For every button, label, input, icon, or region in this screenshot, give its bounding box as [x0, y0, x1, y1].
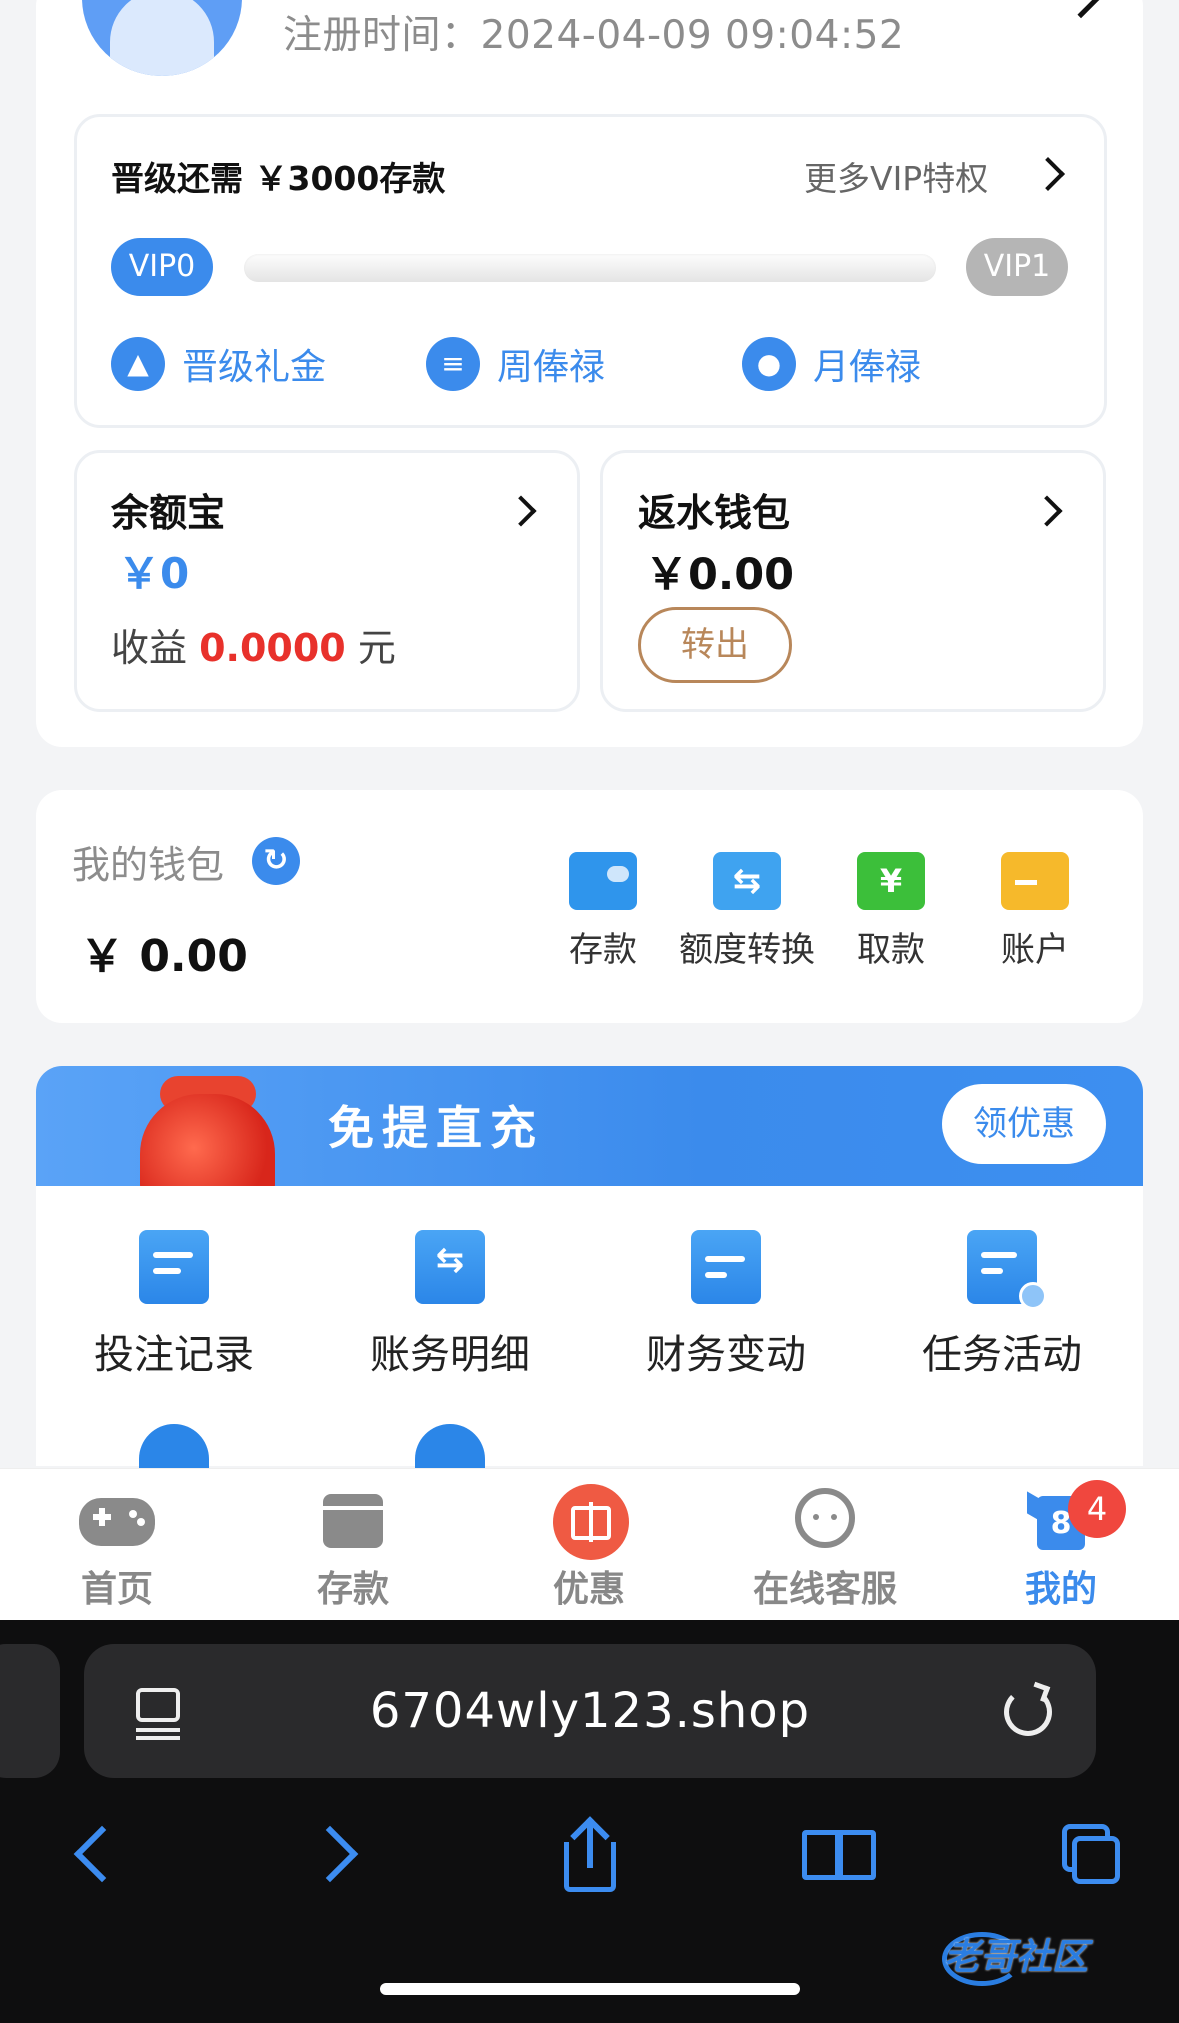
tab-label: 优惠 [552, 1569, 625, 1610]
account-action[interactable]: 账户 [960, 852, 1110, 971]
chevron-right-icon [301, 1825, 359, 1883]
menu-task-activity[interactable]: 任务活动 [882, 1230, 1122, 1380]
perk-upgrade-bonus[interactable]: ▲ 晋级礼金 [111, 336, 326, 392]
yuebao-income: 收益 0.0000 元 [111, 617, 396, 672]
menu-label: 财务变动 [646, 1332, 806, 1378]
back-button[interactable] [52, 1820, 152, 1890]
reader-mode-icon[interactable] [136, 1688, 182, 1740]
yuebao-amount: ￥0 [118, 549, 190, 598]
income-unit: 元 [357, 626, 396, 670]
rebate-wallet-title: 返水钱包 [638, 491, 791, 535]
action-label: 取款 [857, 930, 925, 970]
account-detail-icon: ⇆ [415, 1230, 485, 1304]
bet-record-icon [139, 1230, 209, 1304]
refresh-icon[interactable]: ↻ [252, 837, 300, 885]
tabs-button[interactable] [1040, 1820, 1140, 1890]
vip-next-level-badge: VIP1 [966, 238, 1068, 296]
vip-upgrade-requirement: 晋级还需 ￥3000存款 [111, 159, 446, 198]
rebate-wallet-amount: ￥0.00 [645, 550, 795, 600]
share-button[interactable] [538, 1816, 638, 1900]
previous-tab-preview[interactable] [0, 1644, 60, 1778]
home-indicator[interactable] [380, 1983, 800, 1995]
wallet-title: 我的钱包 [72, 843, 225, 887]
chevron-left-icon [73, 1825, 131, 1883]
upgrade-arrow-icon: ▲ [111, 337, 165, 391]
menu-label: 账务明细 [370, 1332, 530, 1378]
income-prefix: 收益 [111, 626, 188, 670]
transfer-action[interactable]: ⇆ 额度转换 [672, 852, 822, 971]
card-icon [1001, 852, 1069, 910]
task-icon [967, 1230, 1047, 1310]
menu-label: 投注记录 [94, 1332, 254, 1378]
menu-label: 任务活动 [922, 1332, 1082, 1378]
transfer-out-button[interactable]: 转出 [638, 607, 792, 683]
deposit-action[interactable]: 存款 [528, 852, 678, 971]
transfer-icon: ⇆ [713, 852, 781, 910]
action-label: 存款 [569, 930, 637, 970]
gamepad-icon [79, 1488, 155, 1552]
headset-icon [787, 1488, 863, 1552]
wallet-icon [569, 852, 637, 910]
wallet-icon [315, 1488, 391, 1552]
tab-mine[interactable]: 8 我的 [961, 1488, 1161, 1612]
money-bag-icon: ● [742, 337, 796, 391]
yuebao-title: 余额宝 [111, 491, 226, 535]
tab-label: 在线客服 [752, 1569, 897, 1610]
banner-title: 免提直充 [328, 1101, 544, 1155]
income-value: 0.0000 [199, 626, 346, 670]
action-label: 额度转换 [679, 930, 815, 970]
perk-weekly-salary[interactable]: ≡ 周俸禄 [426, 336, 605, 392]
register-time: 注册时间：2024-04-09 09:04:52 [283, 13, 905, 58]
perk-label: 晋级礼金 [182, 347, 327, 388]
vip-progress-bar [244, 254, 936, 282]
watermark-text: 老哥社区 [944, 1937, 1089, 1978]
menu-account-detail[interactable]: ⇆ 账务明细 [330, 1230, 570, 1380]
book-icon [802, 1830, 840, 1880]
perk-monthly-salary[interactable]: ● 月俸禄 [742, 336, 921, 392]
perk-label: 周俸禄 [497, 347, 606, 388]
menu-finance-change[interactable]: 财务变动 [606, 1230, 846, 1380]
tab-label: 首页 [80, 1569, 153, 1610]
tab-deposit[interactable]: 存款 [253, 1488, 453, 1612]
forward-button[interactable] [292, 1820, 392, 1890]
vip-more-privileges-link[interactable]: 更多VIP特权 [804, 152, 988, 200]
withdraw-icon: ¥ [857, 852, 925, 910]
tab-label: 我的 [1024, 1569, 1097, 1610]
gift-icon [551, 1484, 629, 1560]
wallet-amount: ￥ 0.00 [80, 931, 248, 982]
tab-home[interactable]: 首页 [17, 1488, 217, 1612]
tab-promotions[interactable]: 优惠 [489, 1484, 689, 1612]
action-label: 账户 [1001, 930, 1069, 970]
clipboard-icon: ≡ [426, 337, 480, 391]
finance-change-icon [691, 1230, 761, 1304]
claim-offer-button[interactable]: 领优惠 [942, 1084, 1106, 1164]
tab-customer-service[interactable]: 在线客服 [725, 1488, 925, 1612]
menu-bet-record[interactable]: 投注记录 [54, 1230, 294, 1380]
bookmarks-button[interactable] [790, 1820, 890, 1890]
perk-label: 月俸禄 [813, 347, 922, 388]
url-text[interactable]: 6704wly123.shop [84, 1644, 1096, 1778]
withdraw-action[interactable]: ¥ 取款 [816, 852, 966, 971]
notification-badge: 4 [1068, 1480, 1126, 1538]
tab-label: 存款 [316, 1569, 389, 1610]
vip-current-level-badge: VIP0 [111, 238, 213, 296]
